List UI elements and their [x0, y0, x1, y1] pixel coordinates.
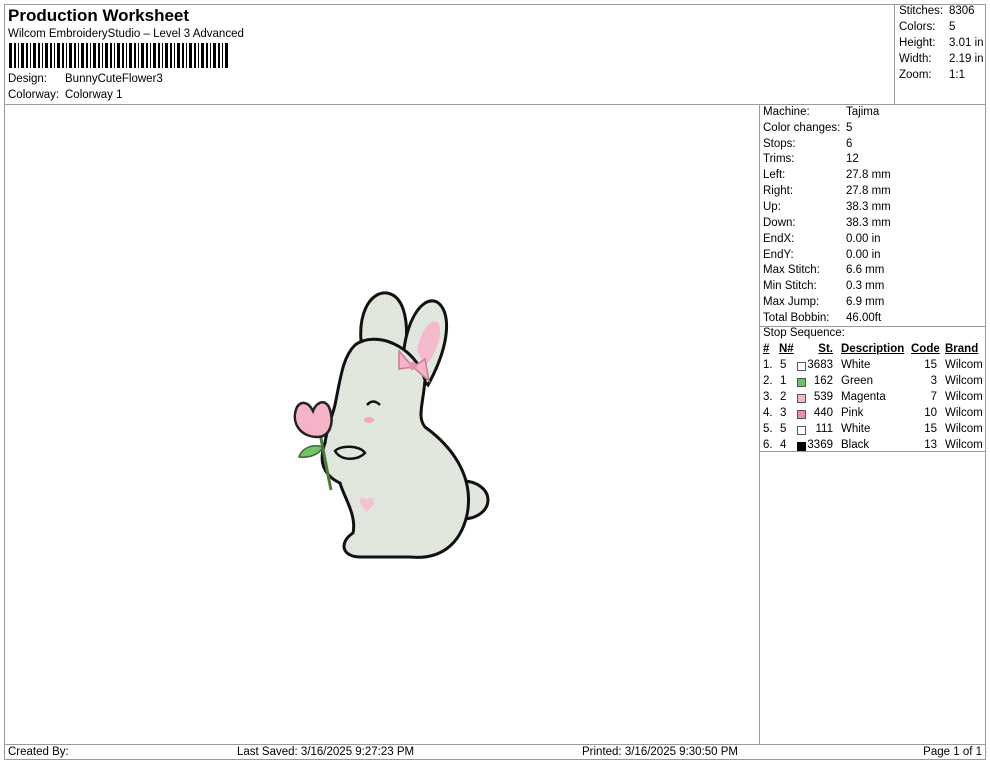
- machine-info-panel: Machine: Tajima Color changes: 5 Stops: 6 T…: [759, 104, 986, 745]
- worksheet-footer: Created By: Last Saved: 3/16/2025 9:27:2…: [4, 744, 986, 760]
- cell-stitches: 162: [813, 375, 833, 387]
- info-left: Left: 27.8 mm: [763, 169, 891, 181]
- info-min-stitch: Min Stitch: 0.3 mm: [763, 280, 885, 292]
- info-trims: Trims: 12: [763, 153, 859, 165]
- cell-needle: 3: [780, 407, 787, 419]
- page-title: Production Worksheet: [8, 6, 190, 25]
- stat-height: Height: 3.01 in: [899, 37, 984, 49]
- design-preview-canvas: [4, 104, 760, 745]
- cell-code: 7: [930, 391, 937, 403]
- cell-description: Green: [841, 375, 873, 387]
- colorway-value: Colorway 1: [65, 89, 123, 101]
- stat-colors: Colors: 5: [899, 21, 956, 33]
- col-header-needle: N#: [779, 343, 794, 355]
- cell-brand: Wilcom: [945, 375, 983, 387]
- col-header-brand: Brand: [945, 343, 979, 355]
- info-stops: Stops: 6: [763, 138, 853, 150]
- software-subtitle: Wilcom EmbroideryStudio – Level 3 Advanc…: [8, 28, 244, 40]
- cell-stitches: 440: [813, 407, 833, 419]
- cell-index: 5.: [763, 423, 773, 435]
- cell-index: 2.: [763, 375, 773, 387]
- color-swatch: [797, 362, 806, 371]
- info-max-stitch: Max Stitch: 6.6 mm: [763, 264, 885, 276]
- color-swatch: [797, 378, 806, 387]
- color-swatch: [797, 442, 806, 451]
- cell-code: 13: [924, 439, 937, 451]
- col-header-code: Code: [911, 343, 940, 355]
- stats-panel: Stitches: 8306 Colors: 5 Height: 3.01 in Wi…: [894, 4, 987, 105]
- design-value: BunnyCuteFlower3: [65, 73, 163, 85]
- cell-code: 10: [924, 407, 937, 419]
- stat-width: Width: 2.19 in: [899, 53, 984, 65]
- info-up: Up: 38.3 mm: [763, 201, 891, 213]
- printed-date: Printed: 3/16/2025 9:30:50 PM: [582, 746, 738, 758]
- cell-needle: 5: [780, 359, 787, 371]
- divider: [760, 451, 985, 452]
- created-by: Created By:: [8, 746, 69, 758]
- stat-stitches: Stitches: 8306: [899, 5, 975, 17]
- col-header-description: Description: [841, 343, 905, 355]
- last-saved: Last Saved: 3/16/2025 9:27:23 PM: [237, 746, 415, 758]
- cell-index: 1.: [763, 359, 773, 371]
- cell-description: Magenta: [841, 391, 886, 403]
- cell-code: 15: [924, 423, 937, 435]
- stop-sequence-title: Stop Sequence:: [763, 327, 845, 339]
- cell-code: 15: [924, 359, 937, 371]
- cell-stitches: 3369: [807, 439, 833, 451]
- info-color-changes: Color changes: 5: [763, 122, 853, 134]
- info-total-bobbin: Total Bobbin: 46.00ft: [763, 312, 882, 324]
- info-machine: Machine: Tajima: [763, 106, 880, 118]
- cell-brand: Wilcom: [945, 439, 983, 451]
- cell-brand: Wilcom: [945, 359, 983, 371]
- design-label: Design:: [8, 73, 47, 85]
- barcode-image: [9, 43, 228, 68]
- info-right: Right: 27.8 mm: [763, 185, 891, 197]
- info-max-jump: Max Jump: 6.9 mm: [763, 296, 885, 308]
- cell-code: 3: [930, 375, 937, 387]
- col-header-stitches: St.: [818, 343, 833, 355]
- cell-brand: Wilcom: [945, 423, 983, 435]
- cell-needle: 2: [780, 391, 787, 403]
- colorway-label: Colorway:: [8, 89, 60, 101]
- cell-needle: 4: [780, 439, 787, 451]
- col-header-index: #: [763, 343, 770, 355]
- info-down: Down: 38.3 mm: [763, 217, 891, 229]
- cell-stitches: 3683: [807, 359, 833, 371]
- page-number: Page 1 of 1: [923, 746, 982, 758]
- cell-description: White: [841, 423, 871, 435]
- stat-zoom: Zoom: 1:1: [899, 69, 965, 81]
- cell-index: 6.: [763, 439, 773, 451]
- cell-brand: Wilcom: [945, 391, 983, 403]
- cell-stitches: 539: [813, 391, 833, 403]
- info-endy: EndY: 0.00 in: [763, 249, 881, 261]
- cell-description: White: [841, 359, 871, 371]
- cell-description: Pink: [841, 407, 864, 419]
- cell-needle: 1: [780, 375, 787, 387]
- cell-index: 4.: [763, 407, 773, 419]
- cell-brand: Wilcom: [945, 407, 983, 419]
- color-swatch: [797, 394, 806, 403]
- cell-description: Black: [841, 439, 870, 451]
- info-endx: EndX: 0.00 in: [763, 233, 881, 245]
- cell-stitches: 111: [815, 423, 833, 435]
- cell-needle: 5: [780, 423, 787, 435]
- color-swatch: [797, 410, 806, 419]
- color-swatch: [797, 426, 806, 435]
- bunny-embroidery-image: [293, 291, 490, 559]
- cell-index: 3.: [763, 391, 773, 403]
